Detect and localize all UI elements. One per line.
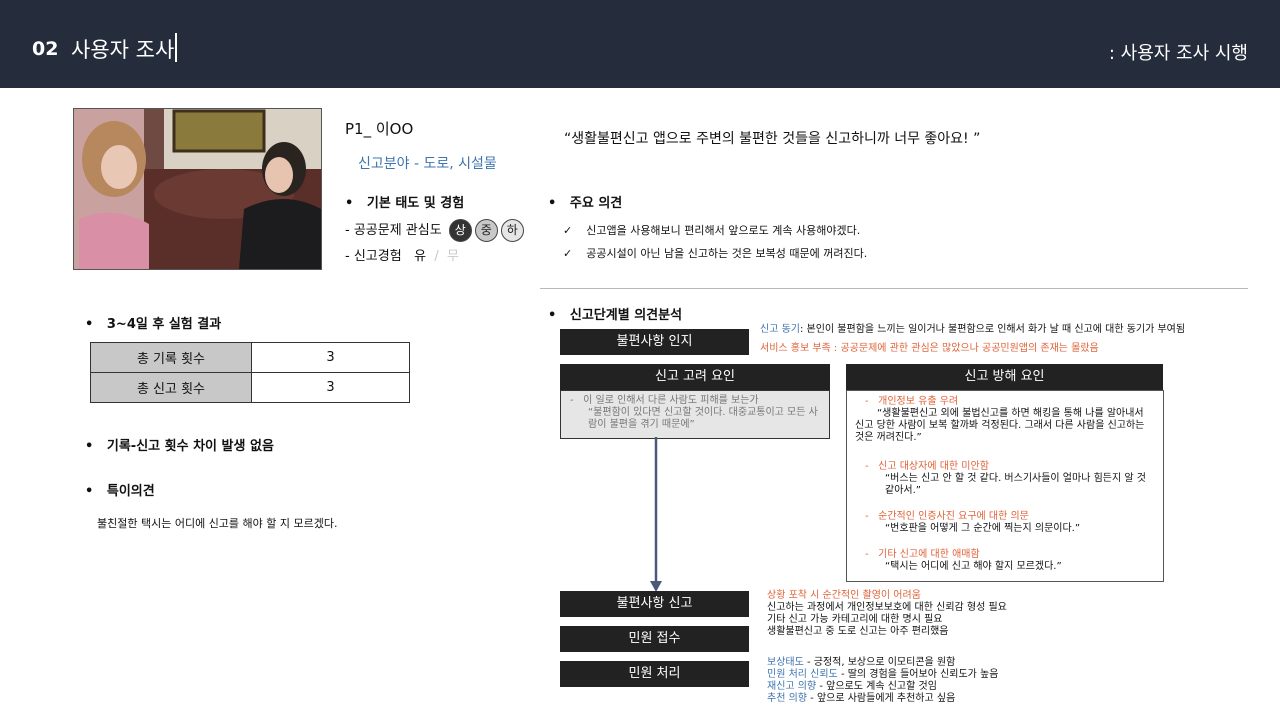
experience-no: 무 [446,249,459,264]
process-notes: 보상태도 - 긍정적, 보상으로 이모티콘을 원함 민원 처리 신뢰도 - 딸의… [767,657,999,704]
consider-line: - 이 일로 인해서 다른 사람도 피해를 보는가 [570,395,759,406]
motive-note: 신고 동기: 본인이 불편함을 느끼는 일이거나 불편함으로 인해서 화가 날 … [760,324,1186,335]
barrier-box: - 개인정보 유출 우려 “생활불편신고 외에 불법신고를 하면 해킹을 통해 … [846,390,1164,582]
stage-receipt: 민원 접수 [560,626,749,652]
table-row: 총 신고 횟수 3 [90,372,410,403]
header-bar [0,0,1280,88]
flow-arrow [650,437,662,592]
table-row: 총 기록 횟수 3 [90,342,410,373]
interest-label: - 공공문제 관심도 [345,223,442,238]
title-cursor [175,33,177,62]
interview-quote: “생활불편신고 앱으로 주변의 불편한 것들을 신고하니까 너무 좋아요! ” [564,131,981,147]
check-icon: ✓ [563,224,573,237]
stage-process: 민원 처리 [560,661,749,687]
experience-sep: / [434,249,439,264]
result-table: 총 기록 횟수 3 총 신고 횟수 3 [90,342,410,403]
promo-note: 서비스 홍보 부족 : 공공문제에 관한 관심은 많았으나 공공민원앱의 존재는… [760,343,1099,354]
row-value: 3 [251,342,410,373]
interest-row: - 공공문제 관심도 상중하 [345,219,524,242]
experiment-heading: • 3~4일 후 실험 결과 [85,317,222,332]
special-heading: • 특이의견 [85,484,155,499]
experience-row: - 신고경험 유 / 무 [345,245,459,264]
report-field: 신고분야 - 도로, 시설물 [358,156,497,172]
experience-label: - 신고경험 [345,249,402,264]
report-notes: 상황 포착 시 순간적인 촬영이 어려움 신고하는 과정에서 개인정보보호에 대… [767,590,1007,637]
row-label: 총 신고 횟수 [90,372,252,403]
level-low-badge: 하 [500,219,524,242]
barrier-item: - 순간적인 인증사진 요구에 대한 의문 “번호판을 어떻게 그 순간에 찍는… [865,511,1081,534]
experience-yes: 유 [414,249,427,264]
barrier-item: - 기타 신고에 대한 애매함 “택시는 어디에 신고 해야 할지 모르겠다.” [865,549,1062,572]
row-label: 총 기록 횟수 [90,342,252,373]
page-subtitle: : 사용자 조사 시행 [1108,43,1248,64]
level-high-badge: 상 [448,219,472,242]
stage-report: 불편사항 신고 [560,591,749,617]
special-text: 불친절한 택시는 어디에 신고를 해야 할 지 모르겠다. [97,517,338,530]
consider-quote: “불편함이 있다면 신고할 것이다. 대중교통이고 모든 사람이 불편을 겪기 … [588,407,818,430]
opinion-heading: • 주요 의견 [548,196,623,211]
barrier-item: - 신고 대상자에 대한 미안함 “버스는 신고 안 할 것 같다. 버스기사들… [865,461,1146,496]
finding-text: • 기록-신고 횟수 차이 발생 없음 [85,439,274,454]
row-value: 3 [251,372,410,403]
interview-photo [73,108,322,270]
opinion-item: ✓ 신고앱을 사용해보니 편리해서 앞으로도 계속 사용해야겠다. [563,224,861,237]
level-mid-badge: 중 [474,219,498,242]
check-icon: ✓ [563,247,573,260]
stage-heading: • 신고단계별 의견분석 [548,308,683,323]
opinion-item: ✓ 공공시설이 아닌 남을 신고하는 것은 보복성 때문에 꺼려진다. [563,247,868,260]
stage-recognition: 불편사항 인지 [560,329,749,355]
section-number: 02 [32,38,59,60]
barrier-title: 신고 방해 요인 [846,364,1163,390]
attitude-heading: • 기본 태도 및 경험 [345,196,465,211]
section-divider [540,288,1248,289]
page-title: 사용자 조사 [71,38,175,62]
consider-title: 신고 고려 요인 [560,364,830,390]
participant-id: P1_ 이OO [345,120,414,138]
barrier-item: - 개인정보 유출 우려 “생활불편신고 외에 불법신고를 하면 해킹을 통해 … [855,396,1145,443]
